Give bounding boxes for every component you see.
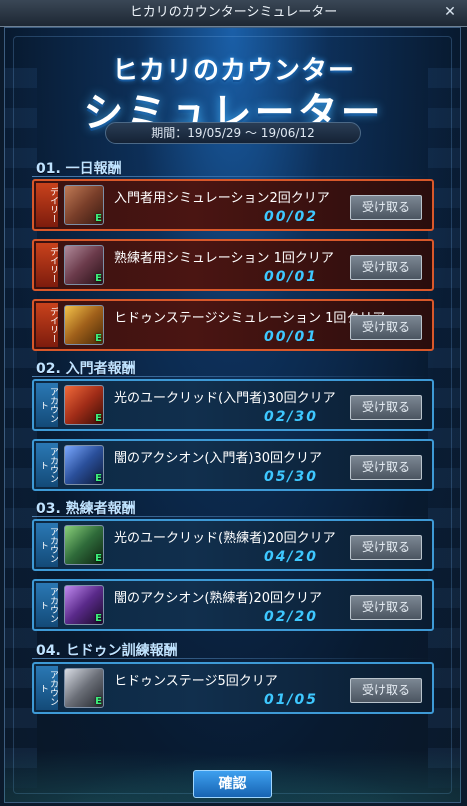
silver-chest-icon: E bbox=[64, 668, 104, 708]
claim-button[interactable]: 受け取る bbox=[350, 535, 422, 560]
mission-text: 熟練者用シミュレーション 1回クリア bbox=[114, 251, 334, 266]
claim-button[interactable]: 受け取る bbox=[350, 255, 422, 280]
mission-progress: 00/01 bbox=[263, 269, 319, 285]
claim-button[interactable]: 受け取る bbox=[350, 195, 422, 220]
grade-badge: E bbox=[95, 473, 102, 484]
daily-tag: デイリー bbox=[36, 183, 58, 227]
golden-chest-icon: E bbox=[64, 305, 104, 345]
mission-row: アカウント E 光のユークリッド(入門者)30回クリア 02/30 受け取る bbox=[32, 379, 434, 431]
daily-tag: デイリー bbox=[36, 303, 58, 347]
purple-chest-icon: E bbox=[64, 585, 104, 625]
chest-icon: E bbox=[64, 185, 104, 225]
red-chest-icon: E bbox=[64, 385, 104, 425]
mission-progress: 01/05 bbox=[263, 692, 319, 708]
mission-text: 闇のアクシオン(熟練者)20回クリア bbox=[114, 591, 323, 606]
section-divider bbox=[32, 176, 432, 177]
mission-text: 光のユークリッド(入門者)30回クリア bbox=[114, 391, 336, 406]
mission-progress: 00/02 bbox=[263, 209, 319, 225]
claim-button[interactable]: 受け取る bbox=[350, 595, 422, 620]
mission-text: ヒドゥンステージシミュレーション 1回クリア bbox=[114, 311, 384, 326]
grade-badge: E bbox=[95, 213, 102, 224]
window-titlebar: ヒカリのカウンターシミュレーター ✕ bbox=[0, 0, 467, 27]
mission-text: 闇のアクシオン(入門者)30回クリア bbox=[114, 451, 323, 466]
mission-row: アカウント E 闇のアクシオン(入門者)30回クリア 05/30 受け取る bbox=[32, 439, 434, 491]
mission-progress: 02/30 bbox=[263, 409, 319, 425]
section-expert-rewards: 03. 熟練者報酬 bbox=[36, 501, 136, 517]
account-tag: アカウント bbox=[36, 583, 58, 627]
close-icon[interactable]: ✕ bbox=[441, 3, 459, 21]
account-tag: アカウント bbox=[36, 666, 58, 710]
section-divider bbox=[32, 516, 432, 517]
grade-badge: E bbox=[95, 333, 102, 344]
chest-icon: E bbox=[64, 245, 104, 285]
claim-button[interactable]: 受け取る bbox=[350, 678, 422, 703]
section-beginner-rewards: 02. 入門者報酬 bbox=[36, 361, 136, 377]
window-title: ヒカリのカウンターシミュレーター bbox=[129, 5, 338, 20]
mission-progress: 04/20 bbox=[263, 549, 319, 565]
account-tag: アカウント bbox=[36, 443, 58, 487]
daily-tag: デイリー bbox=[36, 243, 58, 287]
green-chest-icon: E bbox=[64, 525, 104, 565]
mission-row: デイリー E ヒドゥンステージシミュレーション 1回クリア 00/01 受け取る bbox=[32, 299, 434, 351]
mission-row: アカウント E ヒドゥンステージ5回クリア 01/05 受け取る bbox=[32, 662, 434, 714]
account-tag: アカウント bbox=[36, 383, 58, 427]
section-divider bbox=[32, 376, 432, 377]
section-daily-rewards: 01. 一日報酬 bbox=[36, 161, 122, 177]
blue-chest-icon: E bbox=[64, 445, 104, 485]
account-tag: アカウント bbox=[36, 523, 58, 567]
grade-badge: E bbox=[95, 696, 102, 707]
claim-button[interactable]: 受け取る bbox=[350, 315, 422, 340]
mission-text: 光のユークリッド(熟練者)20回クリア bbox=[114, 531, 336, 546]
confirm-button[interactable]: 確認 bbox=[193, 770, 272, 798]
grade-badge: E bbox=[95, 413, 102, 424]
mission-progress: 05/30 bbox=[263, 469, 319, 485]
event-period: 期間：19/05/29 ～ 19/06/12 bbox=[105, 122, 361, 144]
mission-text: ヒドゥンステージ5回クリア bbox=[114, 674, 278, 689]
mission-row: アカウント E 闇のアクシオン(熟練者)20回クリア 02/20 受け取る bbox=[32, 579, 434, 631]
mission-row: デイリー E 熟練者用シミュレーション 1回クリア 00/01 受け取る bbox=[32, 239, 434, 291]
grade-badge: E bbox=[95, 613, 102, 624]
claim-button[interactable]: 受け取る bbox=[350, 455, 422, 480]
grade-badge: E bbox=[95, 273, 102, 284]
claim-button[interactable]: 受け取る bbox=[350, 395, 422, 420]
section-divider bbox=[32, 658, 432, 659]
section-hidden-training-rewards: 04. ヒドゥン訓練報酬 bbox=[36, 643, 178, 659]
mission-row: アカウント E 光のユークリッド(熟練者)20回クリア 04/20 受け取る bbox=[32, 519, 434, 571]
grade-badge: E bbox=[95, 553, 102, 564]
mission-progress: 00/01 bbox=[263, 329, 319, 345]
mission-progress: 02/20 bbox=[263, 609, 319, 625]
mission-text: 入門者用シミュレーション2回クリア bbox=[114, 191, 330, 206]
mission-row: デイリー E 入門者用シミュレーション2回クリア 00/02 受け取る bbox=[32, 179, 434, 231]
